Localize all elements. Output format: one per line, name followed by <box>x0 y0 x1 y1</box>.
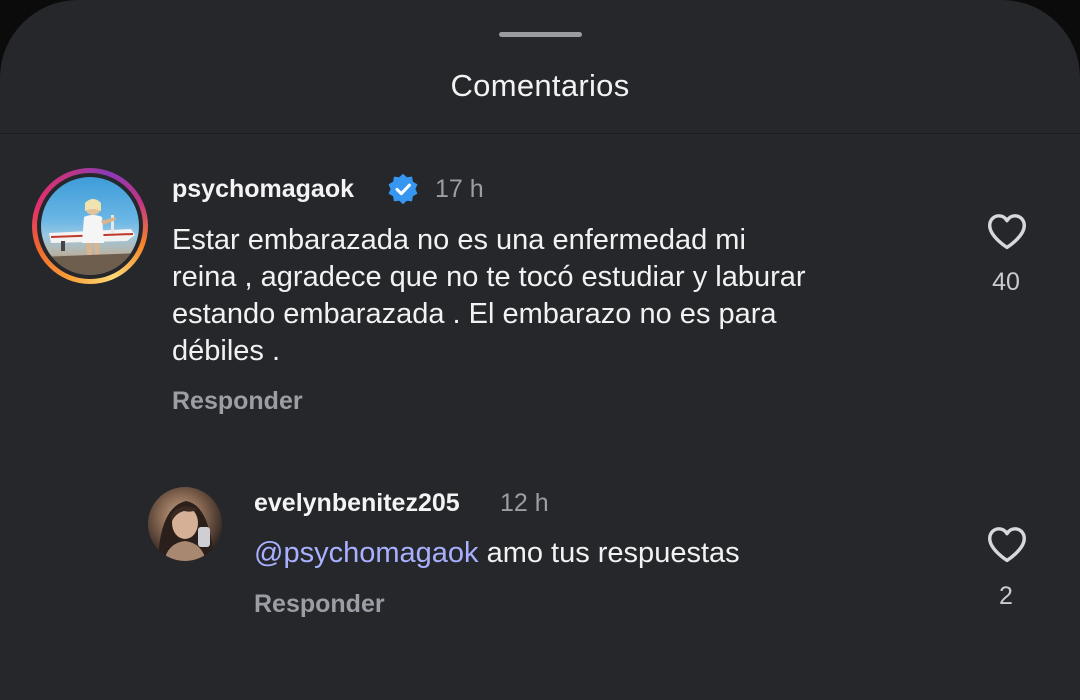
comment-text: Estar embarazada no es una enfermedad mi… <box>172 222 806 370</box>
header-divider <box>0 133 1080 134</box>
comment-text: @psychomagaok amo tus respuestas <box>254 535 740 572</box>
comment-text-line: débiles . <box>172 335 281 367</box>
like-count: 2 <box>999 582 1013 610</box>
verified-badge-icon <box>388 173 418 205</box>
comment-time: 12 h <box>500 489 549 517</box>
reply-button[interactable]: Responder <box>172 387 303 416</box>
like-count: 40 <box>992 268 1020 296</box>
comment-text-content: amo tus respuestas <box>486 537 740 569</box>
heart-outline-icon[interactable] <box>986 212 1028 250</box>
comment-text-line: reina , agradece que no te tocó estudiar… <box>172 261 806 293</box>
comment-time: 17 h <box>435 175 484 203</box>
comments-sheet: Comentarios psychomagaok 17 h Estar emba… <box>0 0 1080 700</box>
user-mention[interactable]: @psychomagaok <box>254 537 479 569</box>
sheet-title: Comentarios <box>450 68 630 103</box>
avatar-photo <box>41 199 139 275</box>
avatar[interactable] <box>148 487 222 561</box>
drag-handle[interactable] <box>499 32 582 37</box>
reply-button[interactable]: Responder <box>254 590 385 619</box>
avatar <box>41 177 139 275</box>
comment-text-line: Estar embarazada no es una enfermedad mi <box>172 224 746 256</box>
avatar-photo <box>158 501 214 561</box>
comment-username[interactable]: evelynbenitez205 <box>254 489 460 518</box>
comment-username[interactable]: psychomagaok <box>172 175 354 204</box>
heart-outline-icon[interactable] <box>986 525 1028 563</box>
comment-text-line: estando embarazada . El embarazo no es p… <box>172 298 777 330</box>
avatar-story-ring[interactable] <box>32 168 148 284</box>
